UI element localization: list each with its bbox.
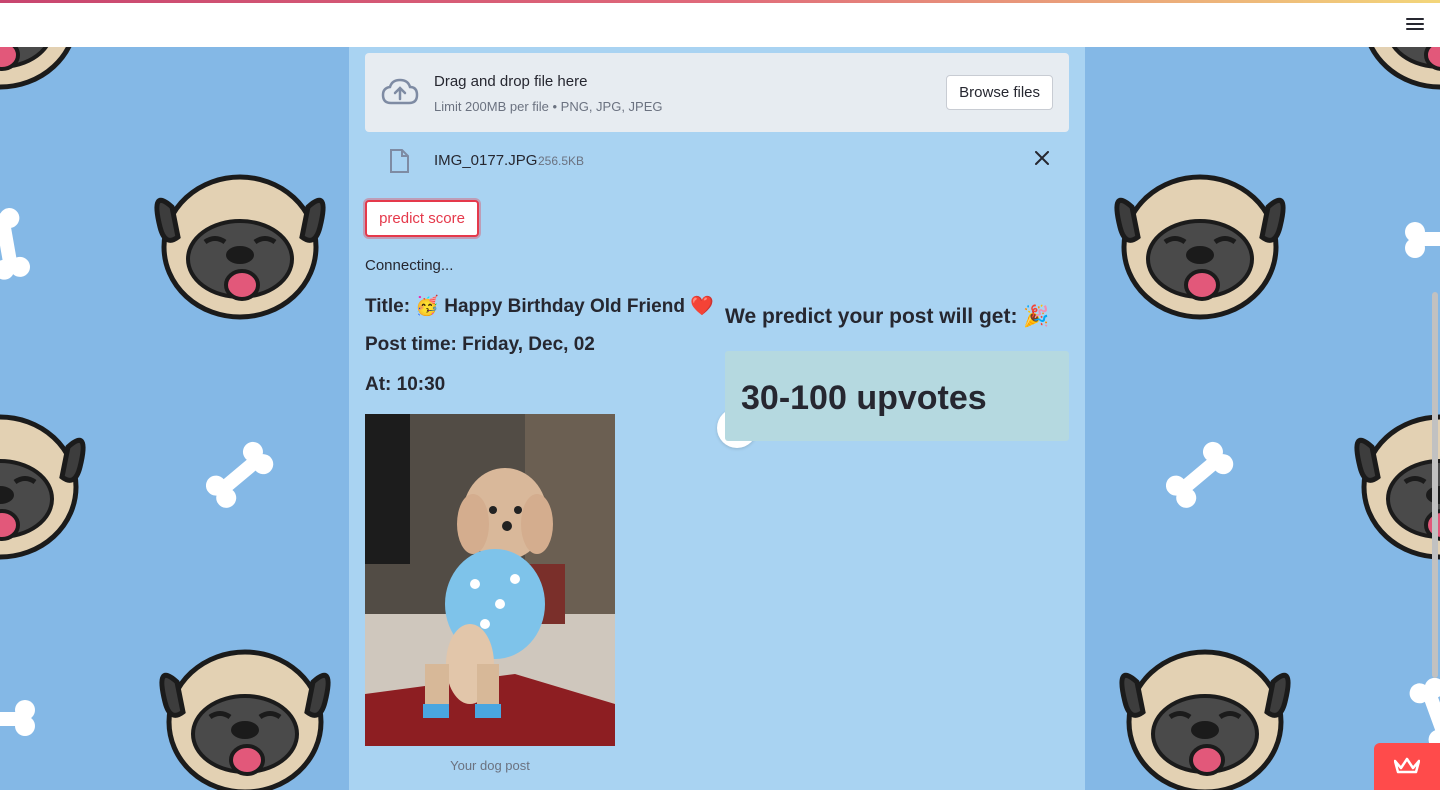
cloud-upload-icon [381,78,419,105]
crown-icon [1394,757,1420,774]
prediction-result-box: 30-100 upvotes [725,351,1069,441]
dropzone-limit-text: Limit 200MB per file • PNG, JPG, JPEG [434,99,663,114]
bone-icon [1160,437,1239,512]
pug-face-icon [1350,47,1440,97]
file-name: IMG_0177.JPG [434,152,538,169]
browse-files-button[interactable]: Browse files [946,75,1053,110]
pug-face-icon [150,167,330,327]
status-text: Connecting... [365,257,454,274]
page-scrollbar[interactable] [1432,292,1438,678]
predict-score-button[interactable]: predict score [365,200,479,237]
dog-post-image [365,414,615,746]
bone-icon [200,437,279,512]
pug-face-icon [1110,167,1290,327]
dropzone-title: Drag and drop file here [434,73,588,90]
prediction-heading: We predict your post will get: 🎉 [725,305,1050,328]
main-content: Drag and drop file here Limit 200MB per … [349,47,1085,790]
file-uploader-dropzone[interactable]: Drag and drop file here Limit 200MB per … [365,53,1069,132]
prediction-result: 30-100 upvotes [741,379,987,417]
app-header [0,3,1440,47]
close-icon[interactable] [1035,151,1049,165]
bone-icon [1405,220,1440,258]
post-title: Title: 🥳 Happy Birthday Old Friend ❤️ [365,296,714,317]
hamburger-icon[interactable] [1406,15,1424,33]
streamlit-badge[interactable] [1374,743,1440,790]
image-caption: Your dog post [450,758,530,773]
bone-icon [0,700,35,738]
uploaded-file-row: IMG_0177.JPG 256.5KB [365,143,1069,179]
post-time: Post time: Friday, Dec, 02 [365,334,595,355]
pug-face-icon [1115,642,1295,790]
pug-face-icon [1350,407,1440,567]
pug-face-icon [0,407,90,567]
file-size: 256.5KB [538,154,585,168]
file-icon [390,149,409,173]
top-decoration-line [0,0,1440,3]
pug-face-icon [155,642,335,790]
pug-face-icon [0,47,90,97]
post-at-time: At: 10:30 [365,374,446,395]
bone-icon [0,206,32,282]
